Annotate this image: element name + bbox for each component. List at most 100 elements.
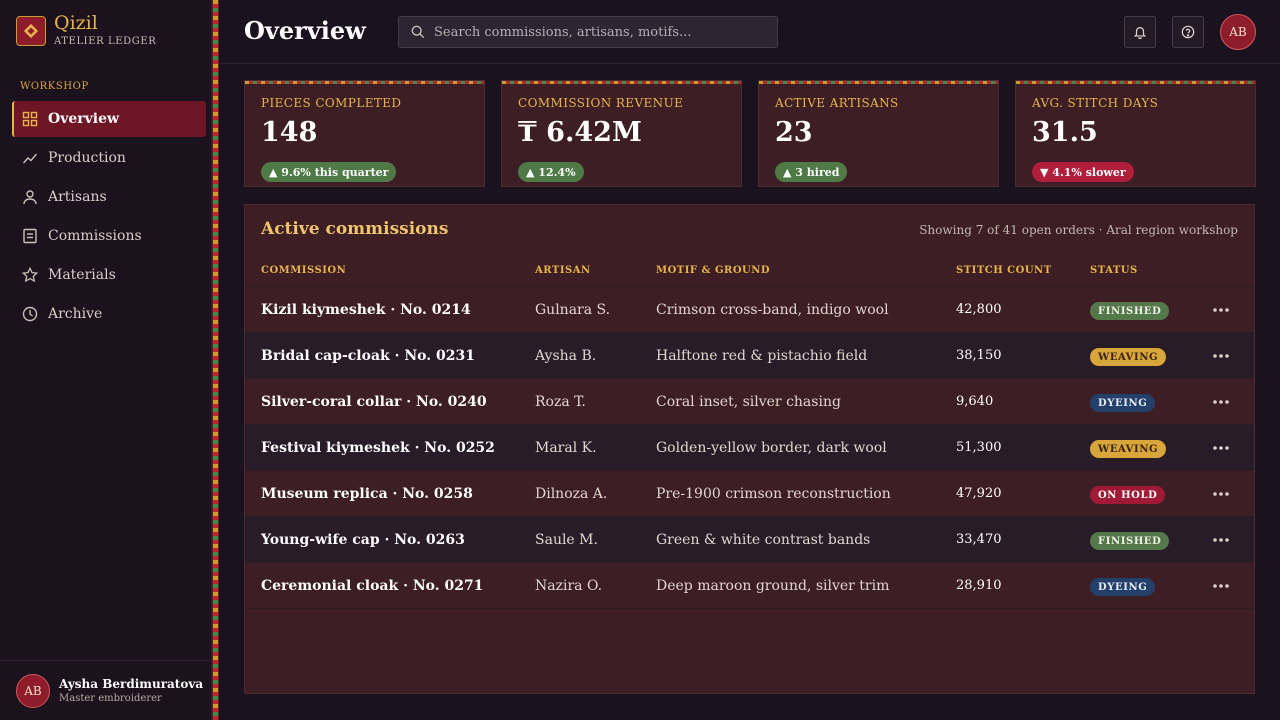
more-options-icon[interactable] — [1211, 484, 1231, 504]
status-badge: WEAVING — [1090, 348, 1167, 366]
sidebar-item-artisans[interactable]: Artisans — [12, 179, 206, 215]
sidebar: Qizil ATELIER LEDGER WORKSHOP Overview P… — [0, 0, 212, 720]
grid-icon — [22, 111, 38, 127]
stat-delta-badge: ▲ 12.4% — [518, 162, 584, 182]
brand[interactable]: Qizil ATELIER LEDGER — [16, 14, 156, 47]
panel-title: Active commissions — [261, 219, 449, 239]
motif-cell: Halftone red & pistachio field — [656, 348, 868, 364]
status-badge: ON HOLD — [1090, 486, 1166, 504]
column-header-motif[interactable]: MOTIF & GROUND — [656, 265, 770, 276]
artisan-cell: Aysha B. — [535, 348, 597, 364]
user-name: Aysha Berdimuratova — [59, 677, 204, 691]
panel-meta: Showing 7 of 41 open orders · Aral regio… — [919, 223, 1238, 237]
logo-icon — [16, 15, 46, 46]
notifications-button[interactable] — [1124, 16, 1156, 48]
commissions-panel: Active commissions Showing 7 of 41 open … — [244, 204, 1255, 694]
stat-card-avg-stitch-days: AVG. STITCH DAYS 31.5 ▼ 4.1% slower — [1015, 80, 1256, 187]
user-avatar-button[interactable]: AB — [1220, 14, 1256, 50]
stat-value: 23 — [775, 117, 813, 148]
sidebar-item-label: Commissions — [48, 228, 142, 244]
user-role: Master embroiderer — [59, 693, 162, 704]
commission-cell: Silver-coral collar · No. 0240 — [261, 394, 487, 410]
column-header-commission[interactable]: COMMISSION — [261, 265, 346, 276]
stat-label: COMMISSION REVENUE — [518, 96, 684, 110]
stitch-count-cell: 47,920 — [956, 486, 1002, 501]
table-row[interactable]: Museum replica · No. 0258 Dilnoza A. Pre-1… — [245, 471, 1254, 517]
artisan-cell: Nazira O. — [535, 578, 603, 594]
sidebar-item-label: Archive — [48, 306, 103, 322]
table-row[interactable]: Festival kiymeshek · No. 0252 Maral K. Gol… — [245, 425, 1254, 471]
bell-icon — [1133, 27, 1147, 39]
header-divider — [220, 63, 1280, 64]
stitch-count-cell: 28,910 — [956, 578, 1002, 593]
artisan-cell: Roza T. — [535, 394, 586, 410]
stitch-count-cell: 42,800 — [956, 302, 1002, 317]
motif-cell: Pre-1900 crimson reconstruction — [656, 486, 891, 502]
artisan-cell: Maral K. — [535, 440, 597, 456]
stat-label: ACTIVE ARTISANS — [775, 96, 899, 110]
column-header-artisan[interactable]: ARTISAN — [535, 265, 591, 276]
sidebar-item-label: Artisans — [48, 189, 107, 205]
embroidered-border-strip — [212, 0, 219, 720]
more-options-icon[interactable] — [1211, 346, 1231, 366]
column-header-status[interactable]: STATUS — [1090, 265, 1138, 276]
stitch-count-cell: 38,150 — [956, 348, 1002, 363]
sidebar-item-label: Production — [48, 150, 126, 166]
stat-value: 148 — [261, 117, 318, 148]
user-profile[interactable]: AB Aysha Berdimuratova Master embroidere… — [0, 660, 212, 720]
page-title: Overview — [244, 16, 366, 45]
commission-cell: Young-wife cap · No. 0263 — [261, 532, 465, 548]
table-row[interactable]: Silver-coral collar · No. 0240 Roza T. Cor… — [245, 379, 1254, 425]
search-bar[interactable] — [398, 16, 778, 48]
stat-value: 31.5 — [1032, 117, 1098, 148]
status-badge: FINISHED — [1090, 302, 1170, 320]
artisan-cell: Dilnoza A. — [535, 486, 608, 502]
sidebar-nav: Overview Production Artisans Commissions… — [12, 101, 206, 335]
sidebar-item-overview[interactable]: Overview — [12, 101, 206, 137]
stat-card-commission-revenue: COMMISSION REVENUE ₸ 6.42M ▲ 12.4% — [501, 80, 742, 187]
document-icon — [23, 228, 37, 244]
motif-cell: Deep maroon ground, silver trim — [656, 578, 890, 594]
more-options-icon[interactable] — [1211, 576, 1231, 596]
sidebar-item-label: Materials — [48, 267, 116, 283]
table-row[interactable]: Ceremonial cloak · No. 0271 Nazira O. Deep… — [245, 563, 1254, 609]
star-icon — [22, 267, 38, 283]
stat-delta-badge: ▼ 4.1% slower — [1032, 162, 1134, 182]
commission-cell: Kizil kiymeshek · No. 0214 — [261, 302, 471, 318]
more-options-icon[interactable] — [1211, 438, 1231, 458]
commission-cell: Ceremonial cloak · No. 0271 — [261, 578, 484, 594]
column-header-stitch-count[interactable]: STITCH COUNT — [956, 265, 1052, 276]
brand-subtitle: ATELIER LEDGER — [54, 36, 157, 47]
status-badge: FINISHED — [1090, 532, 1170, 550]
clock-icon — [22, 306, 38, 322]
more-options-icon[interactable] — [1211, 392, 1231, 412]
commission-cell: Museum replica · No. 0258 — [261, 486, 473, 502]
table-row[interactable]: Young-wife cap · No. 0263 Saule M. Green &… — [245, 517, 1254, 563]
more-options-icon[interactable] — [1211, 300, 1231, 320]
motif-cell: Golden-yellow border, dark wool — [656, 440, 887, 456]
sidebar-item-archive[interactable]: Archive — [12, 296, 206, 332]
artisan-cell: Gulnara S. — [535, 302, 611, 318]
status-badge: WEAVING — [1090, 440, 1167, 458]
sidebar-item-commissions[interactable]: Commissions — [12, 218, 206, 254]
search-input[interactable] — [434, 24, 777, 40]
motif-cell: Green & white contrast bands — [656, 532, 871, 548]
stitch-count-cell: 51,300 — [956, 440, 1002, 455]
motif-cell: Crimson cross-band, indigo wool — [656, 302, 889, 318]
more-options-icon[interactable] — [1211, 530, 1231, 550]
stitch-count-cell: 9,640 — [956, 394, 994, 409]
stat-card-active-artisans: ACTIVE ARTISANS 23 ▲ 3 hired — [758, 80, 999, 187]
status-badge: DYEING — [1090, 394, 1156, 412]
status-badge: DYEING — [1090, 578, 1156, 596]
stat-label: PIECES COMPLETED — [261, 96, 402, 110]
sidebar-item-production[interactable]: Production — [12, 140, 206, 176]
help-button[interactable] — [1172, 16, 1204, 48]
sidebar-item-label: Overview — [48, 111, 120, 127]
stat-label: AVG. STITCH DAYS — [1032, 96, 1159, 110]
table-row[interactable]: Bridal cap-cloak · No. 0231 Aysha B. Halft… — [245, 333, 1254, 379]
table-row[interactable]: Kizil kiymeshek · No. 0214 Gulnara S. Crim… — [245, 287, 1254, 333]
person-icon — [23, 190, 37, 205]
trend-line-icon — [22, 153, 38, 164]
artisan-cell: Saule M. — [535, 532, 598, 548]
sidebar-item-materials[interactable]: Materials — [12, 257, 206, 293]
